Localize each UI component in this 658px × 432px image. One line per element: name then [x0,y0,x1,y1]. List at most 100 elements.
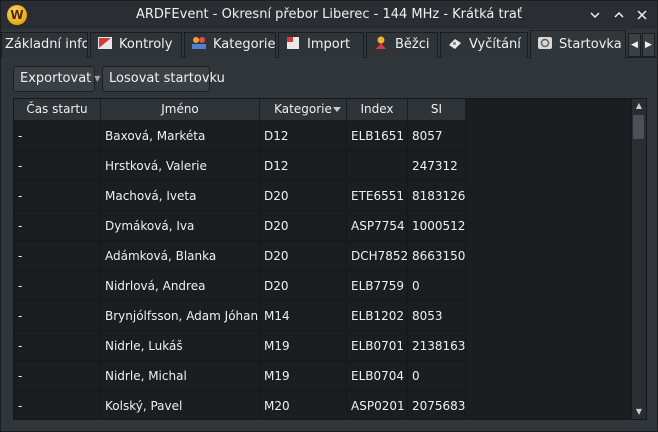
tab-categories[interactable]: Kategorie [184,32,276,58]
cell-si: 2138163 [408,331,466,361]
cell-name: Nidrlová, Andrea [101,271,260,301]
cell-index: ELB7759 [347,271,408,301]
window-title: ARDFEvent - Okresní přebor Liberec - 144… [136,7,522,22]
cell-category: M20 [260,391,347,419]
cell-start-time: - [14,121,101,151]
vertical-scrollbar[interactable]: ▲ ▼ [631,99,646,419]
dropdown-arrow-icon: ▼ [94,74,101,83]
chevron-up-icon [614,11,624,18]
chevron-left-icon: ◀ [631,40,638,50]
cell-category: D12 [260,151,347,181]
table-row[interactable]: - Kolský, Pavel M20 ASP0201 2075683 [14,391,466,419]
cell-index: DCH7852 [347,241,408,271]
cell-index [347,151,408,181]
cell-name: Hrstková, Valerie [101,151,260,181]
sort-descending-icon [333,107,341,112]
cell-index: ELB1651 [347,121,408,151]
column-header-start-time[interactable]: Čas startu [14,99,101,121]
cell-name: Nidrle, Michal [101,361,260,391]
table-row[interactable]: - Nidrle, Lukáš M19 ELB0701 2138163 [14,331,466,361]
maximize-button[interactable] [609,5,629,25]
cell-category: D20 [260,241,347,271]
controls-icon [98,37,112,49]
cell-index: ELB0701 [347,331,408,361]
tab-label: Kontroly [119,37,173,52]
cell-start-time: - [14,211,101,241]
title-bar[interactable]: W ARDFEvent - Okresní přebor Liberec - 1… [1,1,657,29]
table-row[interactable]: - Brynjólfsson, Adam Jóhannsson M14 ELB1… [14,301,466,331]
column-header-category[interactable]: Kategorie [260,99,347,121]
startlist-icon [538,37,552,49]
scroll-down-icon[interactable]: ▼ [632,405,646,419]
column-header-index[interactable]: Index [347,99,408,121]
column-header-si[interactable]: SI [408,99,466,121]
cell-start-time: - [14,361,101,391]
cell-si: 0 [408,361,466,391]
table-row[interactable]: - Hrstková, Valerie D12 247312 [14,151,466,181]
cell-index: ASP7754 [347,211,408,241]
cell-name: Nidrle, Lukáš [101,331,260,361]
tab-bar: Základní info Kontroly Kategorie Import … [1,30,657,59]
cell-start-time: - [14,241,101,271]
startlist-table[interactable]: Čas startu Jméno Kategorie Index SI - Ba… [13,98,647,420]
table-row[interactable]: - Baxová, Markéta D12 ELB1651 8057 [14,121,466,151]
tab-runners[interactable]: Běžci [366,32,438,58]
cell-category: D12 [260,121,347,151]
tab-label: Kategorie [213,37,276,52]
close-icon [637,10,647,20]
tab-label: Import [307,37,351,52]
cell-index: ASP0201 [347,391,408,419]
tab-label: Startovka [559,37,622,52]
export-button[interactable]: Exportovat ▼ [13,66,100,92]
tab-scroll-left-button[interactable]: ◀ [628,33,641,57]
app-window: W ARDFEvent - Okresní přebor Liberec - 1… [0,0,658,432]
cell-start-time: - [14,331,101,361]
cell-start-time: - [14,301,101,331]
tab-readout[interactable]: Vyčítání [440,32,528,58]
runners-icon [376,36,386,49]
close-button[interactable] [632,5,652,25]
cell-category: D20 [260,271,347,301]
scroll-up-icon[interactable]: ▲ [632,99,646,113]
chevron-down-icon [590,12,600,19]
tab-controls[interactable]: Kontroly [90,32,182,58]
cell-name: Baxová, Markéta [101,121,260,151]
minimize-button[interactable] [585,5,605,25]
draw-startlist-button[interactable]: Losovat startovku [102,66,225,92]
table-row[interactable]: - Nidrle, Michal M19 ELB0704 0 [14,361,466,391]
table-row[interactable]: - Adámková, Blanka D20 DCH7852 8663150 [14,241,466,271]
cell-index: ELB0704 [347,361,408,391]
cell-si: 1000512 [408,211,466,241]
cell-si: 0 [408,271,466,301]
cell-start-time: - [14,181,101,211]
tab-import[interactable]: Import [278,32,364,58]
table-row[interactable]: - Nidrlová, Andrea D20 ELB7759 0 [14,271,466,301]
cell-category: M14 [260,301,347,331]
cell-si: 8663150 [408,241,466,271]
table-row[interactable]: - Machová, Iveta D20 ETE6551 8183126 [14,181,466,211]
cell-name: Kolský, Pavel [101,391,260,419]
tab-scroll-right-button[interactable]: ▶ [642,33,655,57]
column-header-category-label: Kategorie [274,102,332,116]
cell-category: M19 [260,331,347,361]
cell-category: D20 [260,181,347,211]
cell-category: D20 [260,211,347,241]
cell-si: 2075683 [408,391,466,419]
tab-label: Běžci [395,37,430,52]
tab-basic-info[interactable]: Základní info [1,32,88,58]
export-label: Exportovat [20,71,92,86]
table-row[interactable]: - Dymáková, Iva D20 ASP7754 1000512 [14,211,466,241]
cell-name: Brynjólfsson, Adam Jóhannsson [101,301,260,331]
tab-label: Základní info [5,37,88,52]
cell-start-time: - [14,271,101,301]
scrollbar-thumb[interactable] [633,115,644,139]
cell-si: 247312 [408,151,466,181]
tab-startlist[interactable]: Startovka [530,30,626,59]
draw-startlist-label: Losovat startovku [109,71,225,86]
column-header-name[interactable]: Jméno [101,99,260,121]
cell-si: 8057 [408,121,466,151]
cell-category: M19 [260,361,347,391]
cell-start-time: - [14,151,101,181]
cell-name: Dymáková, Iva [101,211,260,241]
cell-si: 8053 [408,301,466,331]
